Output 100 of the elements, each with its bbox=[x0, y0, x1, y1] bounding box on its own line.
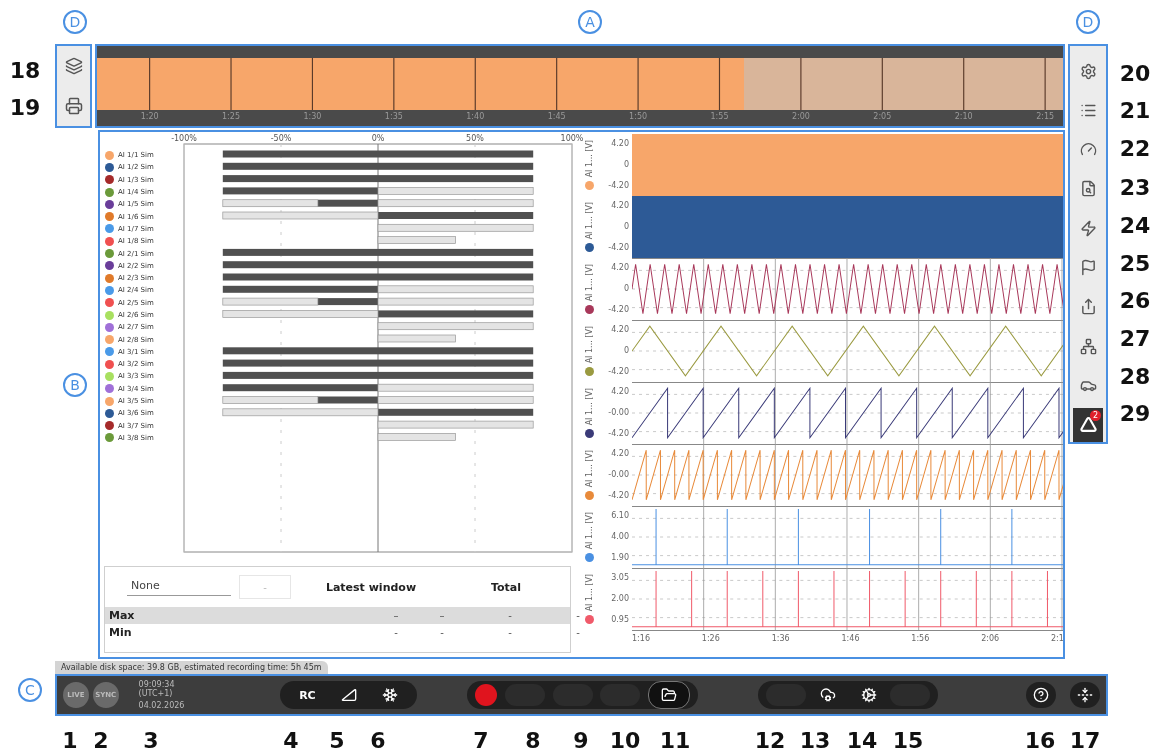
callout-number: 22 bbox=[1119, 135, 1151, 161]
share-icon bbox=[1079, 298, 1097, 316]
small-button[interactable]: - bbox=[239, 575, 291, 599]
callout-letter: D bbox=[1076, 10, 1100, 34]
callout-number: 4 bbox=[283, 727, 299, 753]
table-cell-text: - bbox=[393, 627, 399, 638]
callout-number: 14 bbox=[846, 727, 878, 753]
callout-number: 12 bbox=[754, 727, 786, 753]
axis-label: AI 1... [V] bbox=[584, 512, 594, 550]
axis-label: AI 1... [V] bbox=[584, 326, 594, 364]
time-tick-label: 2:00 bbox=[791, 112, 810, 121]
time-tick-label: 1:30 bbox=[303, 112, 322, 121]
callout-number: 5 bbox=[329, 727, 345, 753]
callout-letter: A bbox=[578, 10, 602, 34]
open-folder-button[interactable] bbox=[647, 681, 690, 709]
axis-tick-label: 4.20 bbox=[611, 325, 629, 334]
time-tick-label: 1:16 bbox=[632, 633, 651, 643]
axis-tick-label: 2.00 bbox=[611, 594, 629, 603]
clock-time: 09:09:34 (UTC+1) bbox=[138, 680, 176, 698]
table-cell-text: - bbox=[575, 627, 581, 638]
time-tick-label: 2:10 bbox=[954, 112, 973, 121]
time-tick-label: 2:1 bbox=[1051, 633, 1063, 643]
snowflake-icon bbox=[382, 687, 399, 703]
rc-button[interactable]: RC bbox=[288, 683, 327, 707]
callout-number: 8 bbox=[525, 727, 541, 753]
callout-number: 27 bbox=[1119, 325, 1151, 351]
callout-number: 21 bbox=[1119, 97, 1151, 123]
time-tick-label: 1:56 bbox=[911, 633, 931, 643]
triangle-button[interactable]: 2 bbox=[1073, 407, 1103, 442]
disk-status-text: Available disk space: 39.8 GB, estimated recording time: 5h 45m bbox=[55, 661, 328, 674]
axis-tick-label: 4.20 bbox=[611, 263, 629, 272]
axis-tick-label: 100% bbox=[560, 134, 584, 143]
axis-tick-label: 4.20 bbox=[611, 449, 629, 458]
fit-icon bbox=[1077, 687, 1094, 703]
axis-tick-label: -100% bbox=[171, 134, 197, 143]
column-header: Latest window bbox=[324, 580, 418, 594]
printer-icon bbox=[64, 97, 83, 115]
axis-tick-label: -50% bbox=[270, 134, 292, 143]
channel-dropdown[interactable]: None bbox=[127, 578, 231, 596]
report-icon bbox=[1079, 180, 1097, 198]
time-tick-label: 1:36 bbox=[771, 633, 791, 643]
help-button[interactable] bbox=[1026, 682, 1057, 708]
callout-letter: C bbox=[18, 678, 42, 702]
timeline-overview[interactable]: 1:20 1:25 1:30 1:35 1:40 1:45 1:50 1:55 2:00 2:05 2:10 2:15 bbox=[95, 44, 1065, 128]
callout-number: 17 bbox=[1069, 727, 1101, 753]
axis-tick-label: -0.00 bbox=[608, 470, 629, 479]
time-tick-label: 1:55 bbox=[710, 112, 729, 121]
folder-icon bbox=[660, 687, 677, 703]
callout-number: 11 bbox=[659, 727, 691, 753]
callout-number: 23 bbox=[1119, 174, 1151, 200]
callout-number: 6 bbox=[370, 727, 386, 753]
axis-tick-label: -4.20 bbox=[608, 491, 629, 500]
axis-label: AI 1... [V] bbox=[584, 202, 594, 240]
callout-number: 25 bbox=[1119, 250, 1151, 276]
callout-number: 10 bbox=[609, 727, 641, 753]
axis-label: AI 1... [V] bbox=[584, 450, 594, 488]
row-label: Min bbox=[108, 626, 133, 639]
time-tick-label: 2:15 bbox=[1036, 112, 1055, 121]
table-cell-text: – bbox=[438, 610, 446, 621]
fit-button[interactable] bbox=[1070, 682, 1100, 708]
notification-badge: 2 bbox=[1090, 409, 1101, 421]
axis-tick-label: 0% bbox=[371, 134, 385, 143]
axis-tick-label: 0 bbox=[623, 222, 629, 231]
triangle-icon bbox=[1079, 416, 1097, 434]
axis-tick-label: 3.05 bbox=[611, 573, 629, 582]
callout-letter: D bbox=[63, 10, 87, 34]
gear-icon bbox=[860, 687, 877, 703]
time-tick-label: 1:35 bbox=[384, 112, 403, 121]
time-tick-label: 1:50 bbox=[629, 112, 648, 121]
row-label: Max bbox=[108, 609, 136, 622]
time-tick-label: 1:25 bbox=[222, 112, 240, 121]
axis-label: AI 1... [V] bbox=[584, 574, 594, 612]
callout-letter: B bbox=[63, 373, 87, 397]
axis-tick-label: -4.20 bbox=[608, 429, 629, 438]
help-icon bbox=[1033, 687, 1050, 703]
callout-number: 29 bbox=[1119, 400, 1151, 426]
axis-tick-label: 4.20 bbox=[611, 201, 629, 210]
callout-number: 28 bbox=[1119, 363, 1151, 389]
callout-number: 24 bbox=[1119, 212, 1151, 238]
time-tick-label: 1:46 bbox=[841, 633, 861, 643]
axis-label: AI 1... [V] bbox=[584, 388, 594, 426]
callout-number: 16 bbox=[1024, 727, 1056, 753]
table-cell-text: - bbox=[575, 610, 581, 621]
time-tick-label: 1:45 bbox=[547, 112, 566, 121]
callout-number: 7 bbox=[473, 727, 489, 753]
axis-tick-label: 0 bbox=[623, 160, 629, 169]
callout-number: 1 bbox=[62, 727, 78, 753]
callout-number: 20 bbox=[1119, 60, 1151, 86]
lightning-icon bbox=[1079, 219, 1097, 237]
callout-number: 26 bbox=[1119, 287, 1151, 313]
axis-tick-label: -4.20 bbox=[608, 181, 629, 190]
record-button[interactable] bbox=[475, 684, 498, 706]
axis-label: AI 1... [V] bbox=[584, 140, 594, 178]
axis-tick-label: 6.10 bbox=[611, 511, 629, 520]
axis-tick-label: 0 bbox=[623, 284, 629, 293]
axis-tick-label: 4.20 bbox=[611, 139, 629, 148]
time-tick-label: 1:26 bbox=[701, 633, 721, 643]
axis-tick-label: 4.20 bbox=[611, 387, 629, 396]
callout-number: 15 bbox=[892, 727, 924, 753]
axis-tick-label: 0.95 bbox=[611, 615, 629, 624]
